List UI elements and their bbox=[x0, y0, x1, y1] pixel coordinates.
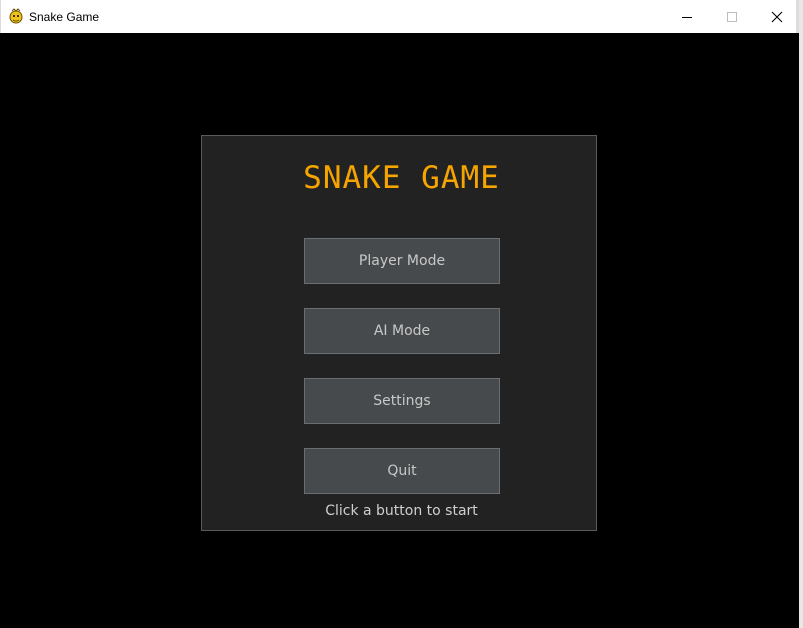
settings-button[interactable]: Settings bbox=[304, 378, 500, 424]
window-border bbox=[799, 0, 803, 628]
quit-button[interactable]: Quit bbox=[304, 448, 500, 494]
player-mode-button[interactable]: Player Mode bbox=[304, 238, 500, 284]
close-button[interactable] bbox=[754, 0, 799, 33]
close-icon bbox=[771, 11, 782, 22]
snake-app-icon bbox=[8, 8, 24, 24]
ai-mode-label: AI Mode bbox=[373, 323, 431, 339]
window-title: Snake Game bbox=[29, 10, 100, 24]
start-hint: Click a button to start bbox=[325, 503, 478, 519]
quit-label: Quit bbox=[387, 463, 417, 479]
player-mode-label: Player Mode bbox=[358, 253, 446, 269]
app-window: Snake Game SNAKE GAME Player Mode AI Mod… bbox=[0, 0, 803, 628]
maximize-icon bbox=[726, 11, 737, 22]
maximize-button[interactable] bbox=[709, 0, 754, 33]
title-bar[interactable]: Snake Game bbox=[0, 0, 799, 33]
minimize-button[interactable] bbox=[664, 0, 709, 33]
settings-label: Settings bbox=[373, 393, 431, 409]
game-title: SNAKE GAME bbox=[303, 160, 500, 196]
minimize-icon bbox=[681, 16, 692, 18]
ai-mode-button[interactable]: AI Mode bbox=[304, 308, 500, 354]
